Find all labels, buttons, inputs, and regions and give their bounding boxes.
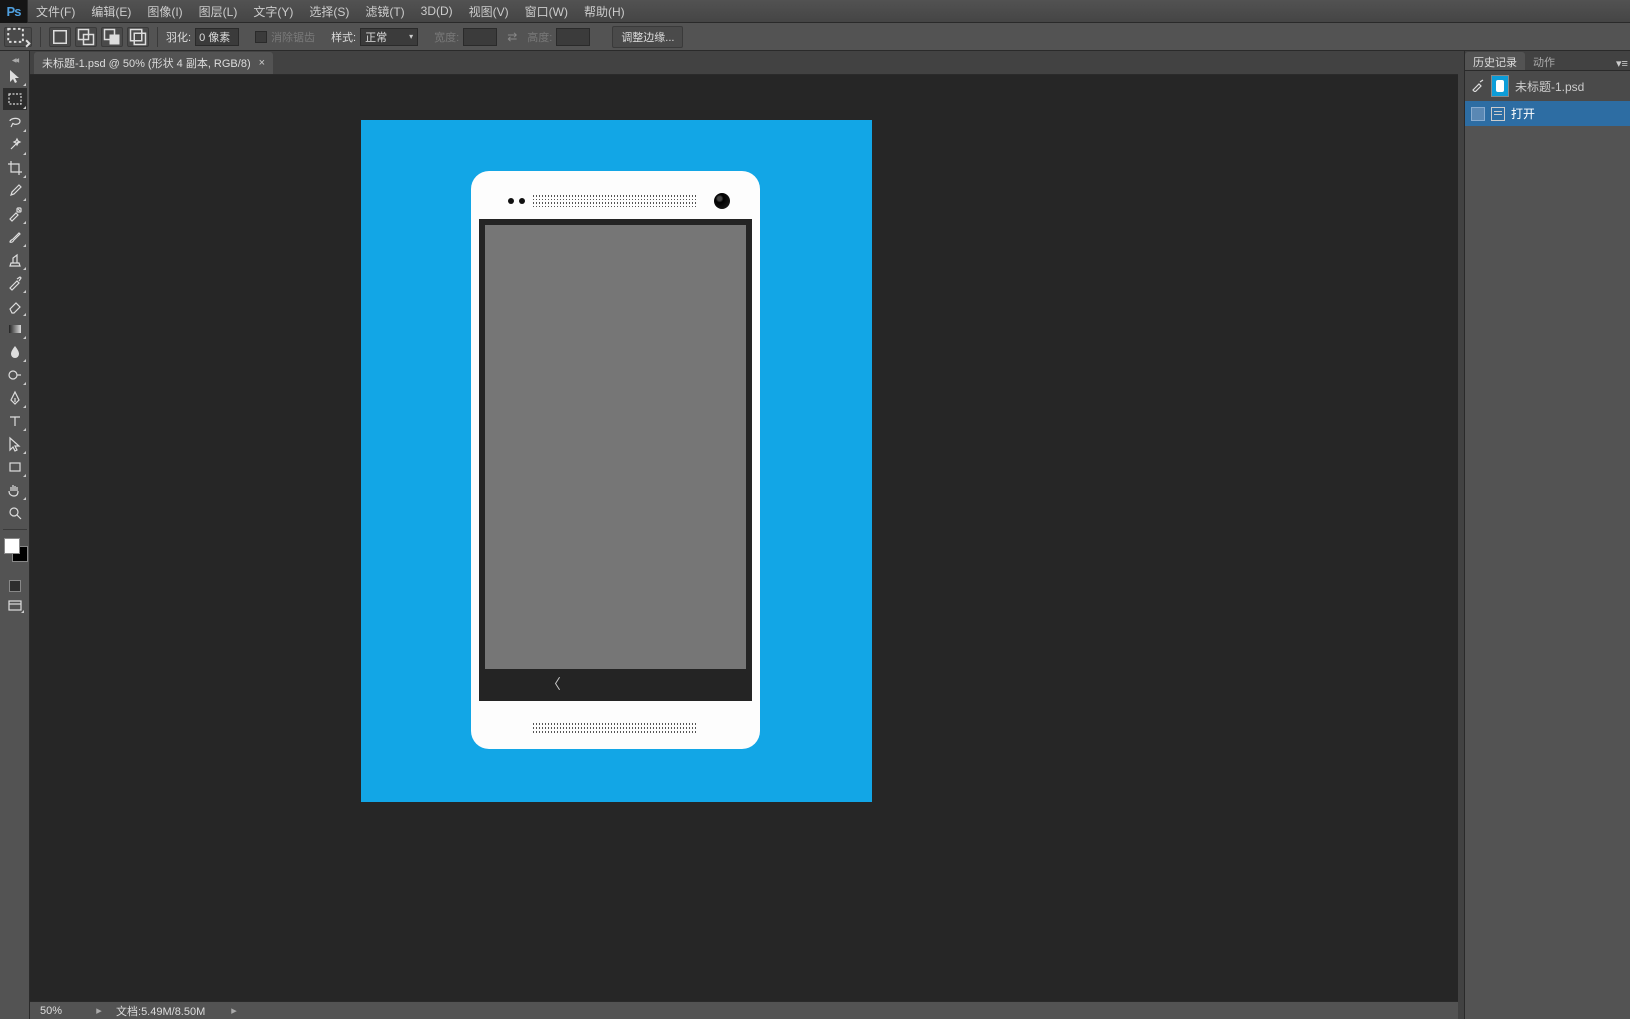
- menu-help[interactable]: 帮助(H): [576, 0, 633, 23]
- artwork-speaker: [533, 723, 698, 733]
- brush-tool[interactable]: [3, 226, 27, 248]
- blur-tool[interactable]: [3, 341, 27, 363]
- tools-collapse-handle[interactable]: [0, 55, 30, 65]
- options-bar: 羽化: 消除锯齿 样式: 正常 ▾ 宽度: ⇄ 高度: 调整边缘...: [0, 23, 1630, 51]
- antialias-label: 消除锯齿: [271, 29, 315, 45]
- tab-actions[interactable]: 动作: [1525, 52, 1563, 70]
- menu-select[interactable]: 选择(S): [301, 0, 357, 23]
- document-tab-strip: 未标题-1.psd @ 50% (形状 4 副本, RGB/8) ×: [30, 51, 1458, 75]
- artwork-sensor: [508, 198, 514, 204]
- style-value: 正常: [365, 29, 387, 45]
- menu-file[interactable]: 文件(F): [28, 0, 83, 23]
- width-input: [463, 28, 497, 46]
- hand-tool[interactable]: [3, 479, 27, 501]
- history-thumbnail: [1491, 75, 1509, 97]
- width-label: 宽度:: [434, 29, 459, 45]
- chevron-down-icon: ▾: [409, 32, 413, 41]
- lasso-tool[interactable]: [3, 111, 27, 133]
- artwork-camera: [714, 193, 730, 209]
- refine-edge-button[interactable]: 调整边缘...: [612, 26, 683, 48]
- docinfo-label: 文档:: [116, 1006, 141, 1018]
- status-docinfo[interactable]: 文档:5.49M/8.50M: [108, 1003, 205, 1019]
- menu-edit[interactable]: 编辑(E): [83, 0, 139, 23]
- history-brush-tool[interactable]: [3, 272, 27, 294]
- height-label: 高度:: [527, 29, 552, 45]
- history-list: 未标题-1.psd 打开: [1465, 71, 1630, 126]
- artwork-screen: [485, 225, 746, 669]
- style-select[interactable]: 正常 ▾: [360, 28, 418, 46]
- feather-label: 羽化:: [166, 29, 191, 45]
- docinfo-value: 5.49M/8.50M: [141, 1006, 205, 1018]
- rectangular-marquee-tool[interactable]: [3, 88, 27, 110]
- pen-tool[interactable]: [3, 387, 27, 409]
- back-icon: 〈: [547, 674, 561, 694]
- menu-bar: Ps 文件(F) 编辑(E) 图像(I) 图层(L) 文字(Y) 选择(S) 滤…: [0, 0, 1630, 23]
- selection-subtract-icon[interactable]: [101, 27, 123, 47]
- history-step-label: 打开: [1511, 105, 1535, 122]
- history-doc-name: 未标题-1.psd: [1515, 78, 1584, 95]
- tab-history[interactable]: 历史记录: [1465, 52, 1525, 70]
- menu-3d[interactable]: 3D(D): [413, 1, 461, 21]
- artwork-screen-frame: 〈: [479, 219, 752, 701]
- panel-menu-icon[interactable]: ▾≡: [1614, 57, 1630, 70]
- foreground-color[interactable]: [4, 538, 20, 554]
- crop-tool[interactable]: [3, 157, 27, 179]
- path-selection-tool[interactable]: [3, 433, 27, 455]
- height-input: [556, 28, 590, 46]
- screen-mode-button[interactable]: [5, 598, 25, 614]
- zoom-arrow-icon[interactable]: ▸: [90, 1004, 108, 1017]
- close-icon[interactable]: ×: [259, 57, 265, 69]
- tool-preset-picker[interactable]: [4, 27, 32, 47]
- document-tab-title: 未标题-1.psd @ 50% (形状 4 副本, RGB/8): [42, 55, 251, 71]
- selection-add-icon[interactable]: [75, 27, 97, 47]
- swap-dimensions-icon: ⇄: [501, 30, 523, 44]
- history-brush-icon: [1471, 78, 1485, 95]
- menu-layer[interactable]: 图层(L): [191, 0, 246, 23]
- rectangle-shape-tool[interactable]: [3, 456, 27, 478]
- history-source-icon: [1471, 107, 1485, 121]
- quick-mask-toggle[interactable]: [9, 580, 21, 592]
- magic-wand-tool[interactable]: [3, 134, 27, 156]
- menu-view[interactable]: 视图(V): [461, 0, 517, 23]
- document-area: 未标题-1.psd @ 50% (形状 4 副本, RGB/8) × 〈: [30, 51, 1458, 1019]
- status-bar: 50% ▸ 文档:5.49M/8.50M ▸: [30, 1001, 1458, 1019]
- right-dock: 历史记录 动作 ▾≡ 未标题-1.psd 打开: [1458, 51, 1630, 1019]
- document-tab[interactable]: 未标题-1.psd @ 50% (形状 4 副本, RGB/8) ×: [34, 52, 273, 74]
- menu-filter[interactable]: 滤镜(T): [357, 0, 412, 23]
- move-tool[interactable]: [3, 65, 27, 87]
- clone-stamp-tool[interactable]: [3, 249, 27, 271]
- app-logo: Ps: [0, 0, 28, 23]
- artwork-sensor: [519, 198, 525, 204]
- feather-input[interactable]: [195, 28, 239, 46]
- selection-intersect-icon[interactable]: [127, 27, 149, 47]
- canvas-viewport[interactable]: 〈: [30, 75, 1458, 1001]
- gradient-tool[interactable]: [3, 318, 27, 340]
- dodge-tool[interactable]: [3, 364, 27, 386]
- menu-type[interactable]: 文字(Y): [245, 0, 301, 23]
- history-panel: 历史记录 动作 ▾≡ 未标题-1.psd 打开: [1464, 51, 1630, 1019]
- selection-new-icon[interactable]: [49, 27, 71, 47]
- eraser-tool[interactable]: [3, 295, 27, 317]
- zoom-tool[interactable]: [3, 502, 27, 524]
- tools-panel: [0, 51, 30, 1019]
- artwork-navbar: 〈: [485, 671, 746, 697]
- zoom-level[interactable]: 50%: [30, 1005, 90, 1017]
- history-document-row[interactable]: 未标题-1.psd: [1465, 71, 1630, 101]
- antialias-checkbox: [255, 31, 267, 43]
- status-flyout-icon[interactable]: ▸: [205, 1004, 237, 1017]
- history-step-row[interactable]: 打开: [1465, 101, 1630, 126]
- canvas[interactable]: 〈: [361, 120, 872, 802]
- color-swatches[interactable]: [2, 536, 28, 568]
- panel-tab-strip: 历史记录 动作 ▾≡: [1465, 51, 1630, 71]
- artwork-phone: 〈: [471, 171, 760, 749]
- menu-window[interactable]: 窗口(W): [517, 0, 576, 23]
- type-tool[interactable]: [3, 410, 27, 432]
- open-file-icon: [1491, 107, 1505, 121]
- eyedropper-tool[interactable]: [3, 180, 27, 202]
- artwork-speaker: [533, 195, 698, 207]
- healing-brush-tool[interactable]: [3, 203, 27, 225]
- style-label: 样式:: [331, 29, 356, 45]
- menu-image[interactable]: 图像(I): [139, 0, 190, 23]
